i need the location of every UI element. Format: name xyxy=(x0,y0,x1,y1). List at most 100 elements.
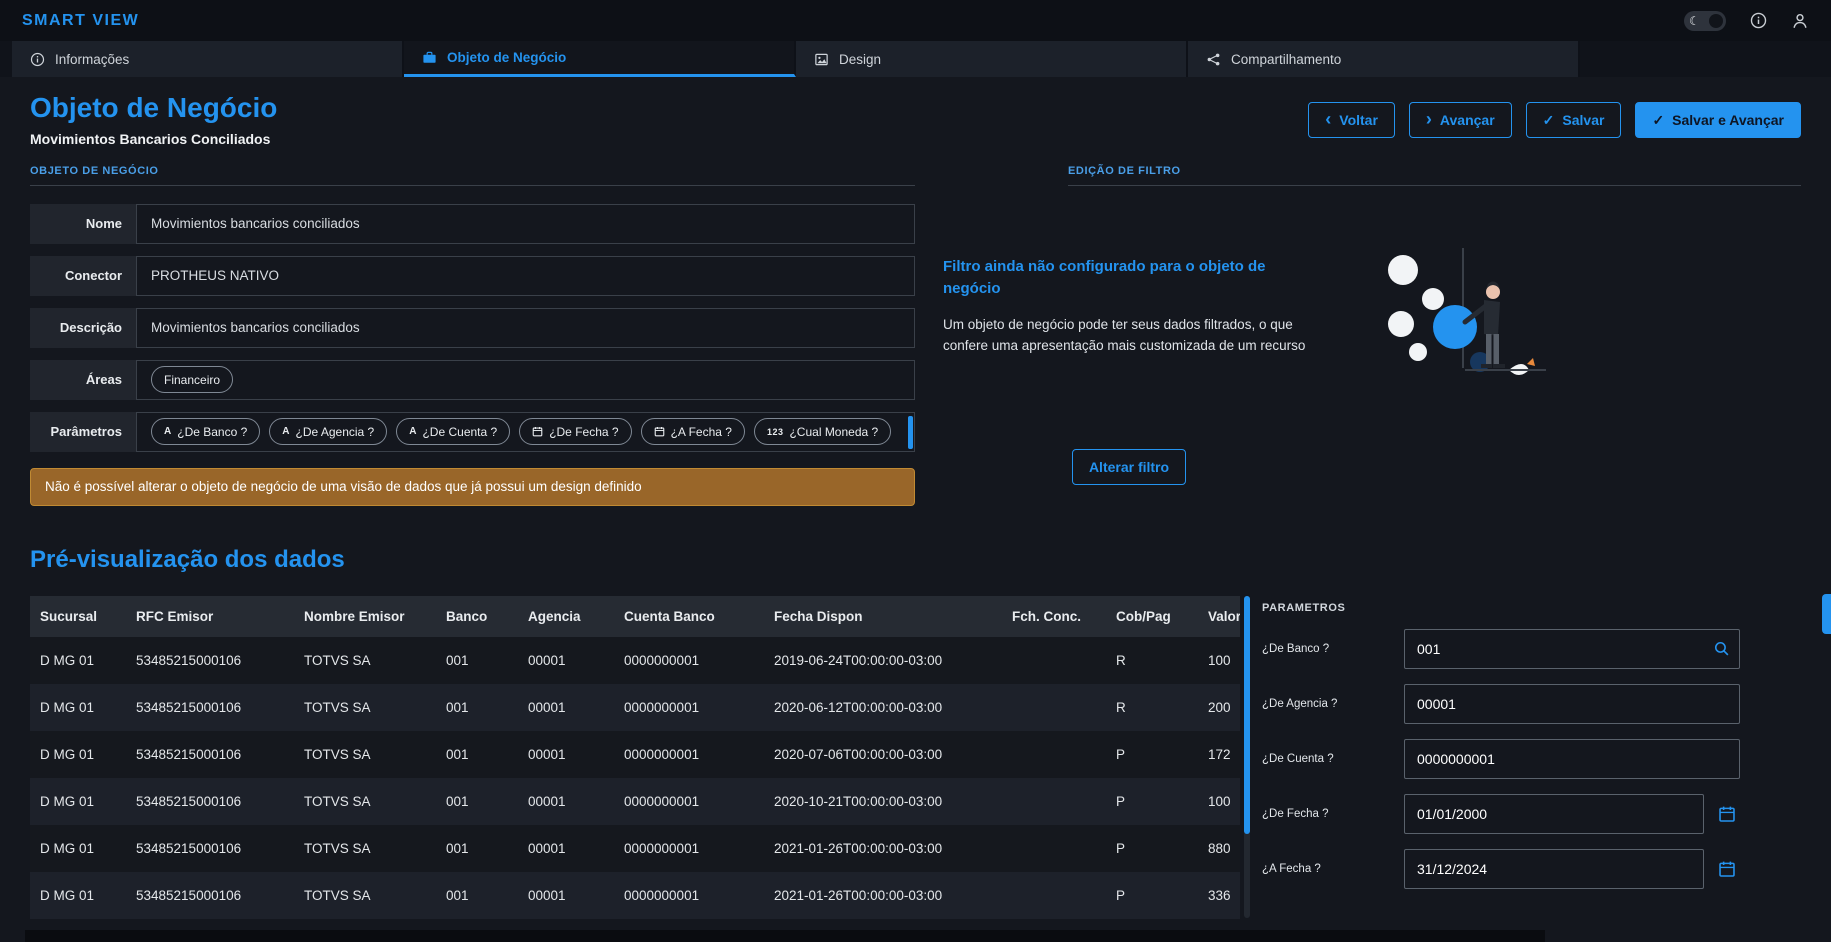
table-cell: P xyxy=(1106,872,1198,919)
header-actions: ☾ xyxy=(1684,11,1809,31)
tab-compartilhamento[interactable]: Compartilhamento xyxy=(1188,41,1580,77)
help-icon[interactable] xyxy=(1750,12,1767,29)
field-label: Parâmetros xyxy=(30,412,136,452)
table-head: SucursalRFC EmisorNombre EmisorBancoAgen… xyxy=(30,596,1240,637)
main-content: Objeto de Negócio Movimientos Bancarios … xyxy=(0,77,1831,919)
toolbar: ‹ Voltar › Avançar ✓ Salvar ✓ Salvar e A… xyxy=(1308,102,1801,138)
column-header-nombre-emisor: Nombre Emisor xyxy=(294,596,436,637)
table-cell: 2021-01-26T00:00:00-03:00 xyxy=(764,825,1002,872)
parameter-row-a-fecha: ¿A Fecha ? xyxy=(1262,849,1740,889)
table-row[interactable]: D MG 0153485215000106TOTVS SA00100001000… xyxy=(30,778,1240,825)
table-row[interactable]: D MG 0153485215000106TOTVS SA00100001000… xyxy=(30,731,1240,778)
chevron-right-icon: › xyxy=(1426,110,1432,128)
chip-a-fecha[interactable]: ¿A Fecha ? xyxy=(641,418,745,445)
chip-de-fecha[interactable]: ¿De Fecha ? xyxy=(519,418,631,445)
parameter-input-de-agencia[interactable] xyxy=(1404,684,1740,724)
parameter-input-de-cuenta[interactable] xyxy=(1404,739,1740,779)
field-row-conector: ConectorPROTHEUS NATIVO xyxy=(30,256,915,296)
calendar-icon xyxy=(654,426,665,437)
field-value-nome: Movimientos bancarios conciliados xyxy=(136,204,915,244)
tab-objeto-de-negocio[interactable]: Objeto de Negócio xyxy=(404,41,796,77)
parameter-row-de-agencia: ¿De Agencia ? xyxy=(1262,684,1740,724)
save-button[interactable]: ✓ Salvar xyxy=(1526,102,1622,138)
check-icon: ✓ xyxy=(1543,113,1555,127)
parameter-input-de-fecha[interactable] xyxy=(1404,794,1704,834)
filter-button[interactable] xyxy=(1822,594,1831,634)
parameter-label: ¿A Fecha ? xyxy=(1262,863,1404,875)
table-cell: 00001 xyxy=(518,825,614,872)
calendar-icon[interactable] xyxy=(1714,860,1740,878)
alter-filter-button[interactable]: Alterar filtro xyxy=(1072,449,1186,485)
table-cell xyxy=(1002,778,1106,825)
field-value-descricao: Movimientos bancarios conciliados xyxy=(136,308,915,348)
table-cell: P xyxy=(1106,731,1198,778)
share-icon xyxy=(1206,52,1221,67)
warning-text: Não é possível alterar o objeto de negóc… xyxy=(45,479,642,494)
parameter-input-wrap xyxy=(1404,629,1740,669)
number-type-icon: 123 xyxy=(767,427,784,437)
table-cell: 172 xyxy=(1198,731,1240,778)
table-cell: D MG 01 xyxy=(30,872,126,919)
parameter-label: ¿De Fecha ? xyxy=(1262,808,1404,820)
table-cell: 2020-07-06T00:00:00-03:00 xyxy=(764,731,1002,778)
tab-label: Informações xyxy=(55,52,129,67)
table-cell: 001 xyxy=(436,684,518,731)
moon-icon: ☾ xyxy=(1689,15,1700,27)
table-cell: 00001 xyxy=(518,778,614,825)
table-cell: TOTVS SA xyxy=(294,778,436,825)
back-button[interactable]: ‹ Voltar xyxy=(1308,102,1395,138)
chip-de-agencia[interactable]: A¿De Agencia ? xyxy=(269,418,387,445)
tab-informacoes[interactable]: Informações xyxy=(12,41,404,77)
business-object-section-title: OBJETO DE NEGÓCIO xyxy=(30,165,915,186)
filter-empty-title: Filtro ainda não configurado para o obje… xyxy=(943,256,1315,301)
tab-label: Compartilhamento xyxy=(1231,52,1341,67)
parameter-input-de-banco[interactable] xyxy=(1404,629,1740,669)
table-cell: 53485215000106 xyxy=(126,825,294,872)
table-row[interactable]: D MG 0153485215000106TOTVS SA00100001000… xyxy=(30,825,1240,872)
app-logo: SMART VIEW xyxy=(22,12,139,30)
theme-toggle[interactable]: ☾ xyxy=(1684,11,1726,31)
chevron-left-icon: ‹ xyxy=(1325,110,1331,128)
parameter-input-a-fecha[interactable] xyxy=(1404,849,1704,889)
table-cell: 00001 xyxy=(518,731,614,778)
chip-label: ¿Cual Moneda ? xyxy=(789,425,878,439)
chip-label: ¿De Agencia ? xyxy=(296,425,375,439)
horizontal-scrollbar[interactable] xyxy=(25,930,1545,942)
tab-label: Design xyxy=(839,52,881,67)
column-header-rfc-emisor: RFC Emisor xyxy=(126,596,294,637)
table-cell: TOTVS SA xyxy=(294,825,436,872)
filter-empty-state: Filtro ainda não configurado para o obje… xyxy=(943,256,1801,485)
table-cell: TOTVS SA xyxy=(294,637,436,684)
chip-de-banco[interactable]: A¿De Banco ? xyxy=(151,418,260,445)
chip-financeiro[interactable]: Financeiro xyxy=(151,366,233,393)
table-cell: 2019-06-24T00:00:00-03:00 xyxy=(764,637,1002,684)
field-value-parametros: A¿De Banco ?A¿De Agencia ?A¿De Cuenta ?¿… xyxy=(136,412,915,452)
chip-de-cuenta[interactable]: A¿De Cuenta ? xyxy=(396,418,510,445)
calendar-icon[interactable] xyxy=(1714,805,1740,823)
tab-design[interactable]: Design xyxy=(796,41,1188,77)
table-cell: 00001 xyxy=(518,872,614,919)
table-cell: 001 xyxy=(436,825,518,872)
save-and-forward-button[interactable]: ✓ Salvar e Avançar xyxy=(1635,102,1801,138)
table-row[interactable]: D MG 0153485215000106TOTVS SA00100001000… xyxy=(30,637,1240,684)
business-object-form: NomeMovimientos bancarios conciliadosCon… xyxy=(30,204,915,452)
forward-button[interactable]: › Avançar xyxy=(1409,102,1512,138)
chip-label: ¿De Cuenta ? xyxy=(422,425,497,439)
search-icon[interactable] xyxy=(1713,640,1730,657)
table-cell: 2020-10-21T00:00:00-03:00 xyxy=(764,778,1002,825)
table-cell: 001 xyxy=(436,637,518,684)
column-header-banco: Banco xyxy=(436,596,518,637)
field-row-parametros: Parâmetros A¿De Banco ? A¿De Agencia ? A¿De… xyxy=(30,412,915,452)
chip-label: Financeiro xyxy=(164,373,220,387)
parameter-label: ¿De Agencia ? xyxy=(1262,698,1404,710)
chips-scrollbar[interactable] xyxy=(908,416,913,449)
table-row[interactable]: D MG 0153485215000106TOTVS SA00100001000… xyxy=(30,684,1240,731)
chip-cual-moneda[interactable]: 123 ¿Cual Moneda ? xyxy=(754,418,891,445)
chip-label: ¿A Fecha ? xyxy=(671,425,732,439)
user-icon[interactable] xyxy=(1791,12,1809,30)
table-cell: 001 xyxy=(436,872,518,919)
filter-edit-section: EDIÇÃO DE FILTRO Filtro ainda não config… xyxy=(915,165,1801,506)
parameter-fields: ¿De Banco ?¿De Agencia ?¿De Cuenta ?¿De … xyxy=(1262,629,1801,889)
table-row[interactable]: D MG 0153485215000106TOTVS SA00100001000… xyxy=(30,872,1240,919)
table-cell: D MG 01 xyxy=(30,731,126,778)
